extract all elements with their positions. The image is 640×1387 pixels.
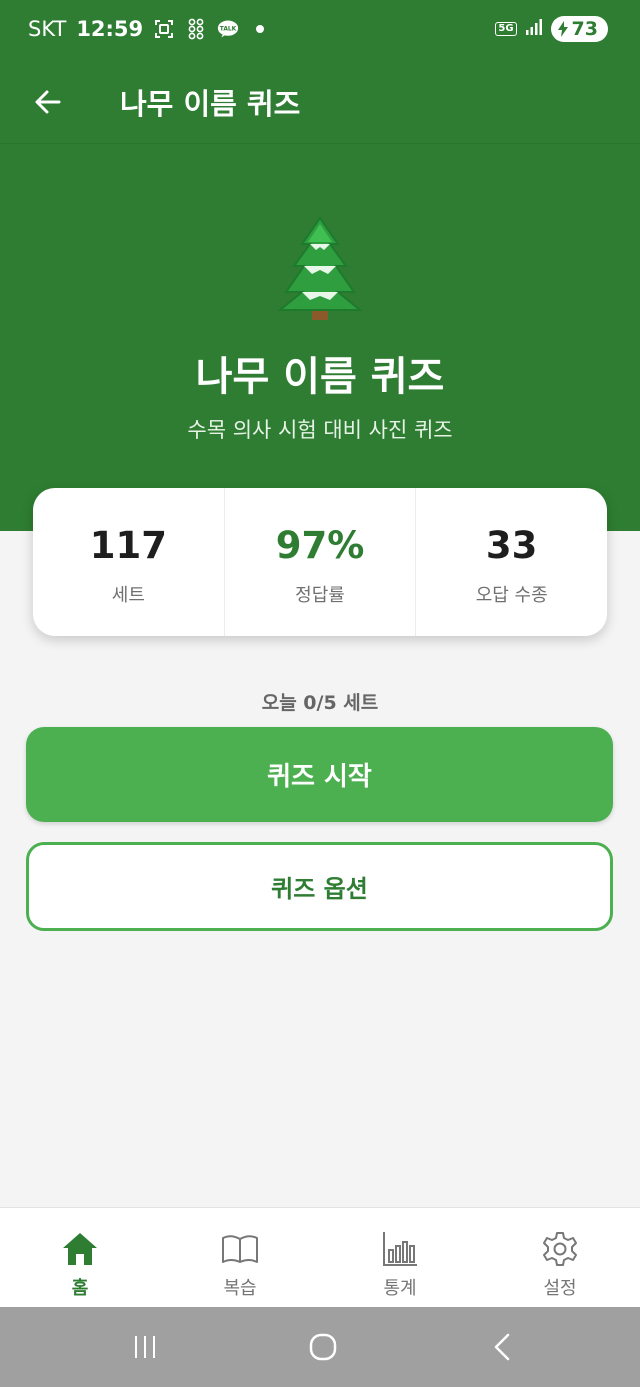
- nav-item-home[interactable]: 홈: [0, 1208, 160, 1307]
- stat-label: 오답 수종: [475, 585, 548, 606]
- battery-indicator: 73: [550, 16, 608, 42]
- battery-charging-icon: [557, 21, 568, 37]
- battery-level: 73: [571, 18, 598, 40]
- nav-label: 복습: [223, 1278, 257, 1299]
- arrow-left-icon: [35, 90, 61, 114]
- svg-text:TALK: TALK: [220, 27, 237, 33]
- bar-chart-icon: [383, 1232, 417, 1266]
- signal-icon: [525, 18, 543, 40]
- book-icon: [222, 1235, 258, 1263]
- stat-value: 33: [485, 524, 538, 567]
- stat-label: 세트: [111, 585, 145, 606]
- quiz-options-button[interactable]: 퀴즈 옵션: [26, 842, 613, 931]
- nav-label: 통계: [383, 1278, 417, 1299]
- stat-wrong-species: 33 오답 수종: [416, 488, 607, 636]
- hero-title: 나무 이름 퀴즈: [195, 354, 445, 400]
- evergreen-tree-icon: [270, 216, 370, 326]
- home-system-button[interactable]: [301, 1325, 345, 1369]
- back-button[interactable]: [24, 78, 72, 126]
- stat-value: 117: [89, 524, 167, 567]
- nav-item-review[interactable]: 복습: [160, 1208, 320, 1307]
- nav-label: 설정: [543, 1278, 577, 1299]
- hero-subtitle: 수목 의사 시험 대비 사진 퀴즈: [187, 418, 453, 442]
- app-bar: 나무 이름 퀴즈: [0, 62, 640, 144]
- home-circle-icon: [309, 1333, 337, 1361]
- back-system-button[interactable]: [481, 1325, 525, 1369]
- bottom-nav: 홈 복습 통계 설정: [0, 1207, 640, 1307]
- app-title: 나무 이름 퀴즈: [120, 87, 301, 121]
- status-right: 5G 73: [495, 16, 608, 42]
- status-bar: SKT 12:59 TALK 5G 73: [0, 0, 640, 62]
- hero-section: 나무 이름 퀴즈 수목 의사 시험 대비 사진 퀴즈: [0, 144, 640, 531]
- system-nav-bar: [0, 1307, 640, 1387]
- stats-card: 117 세트 97% 정답률 33 오답 수종: [33, 488, 607, 636]
- dots-grid-icon: [185, 18, 207, 40]
- stat-label: 정답률: [295, 585, 345, 606]
- carrier-text: SKT: [28, 17, 67, 41]
- nav-label: 홈: [71, 1278, 89, 1299]
- nav-item-settings[interactable]: 설정: [480, 1208, 640, 1307]
- stat-accuracy: 97% 정답률: [225, 488, 417, 636]
- today-progress: 오늘 0/5 세트: [261, 692, 379, 714]
- chevron-left-icon: [494, 1333, 510, 1361]
- network-badge: 5G: [495, 22, 517, 36]
- nav-item-stats[interactable]: 통계: [320, 1208, 480, 1307]
- home-icon: [63, 1233, 97, 1265]
- start-quiz-button[interactable]: 퀴즈 시작: [26, 727, 613, 822]
- stat-value: 97%: [275, 524, 365, 567]
- recents-icon: [135, 1336, 155, 1358]
- recents-button[interactable]: [123, 1325, 167, 1369]
- notification-dot-icon: [249, 18, 271, 40]
- screenshot-icon: [153, 18, 175, 40]
- status-left: SKT 12:59 TALK: [28, 17, 271, 41]
- gear-icon: [543, 1232, 577, 1266]
- stat-sets: 117 세트: [33, 488, 225, 636]
- kakaotalk-icon: TALK: [217, 18, 239, 40]
- clock: 12:59: [76, 17, 144, 41]
